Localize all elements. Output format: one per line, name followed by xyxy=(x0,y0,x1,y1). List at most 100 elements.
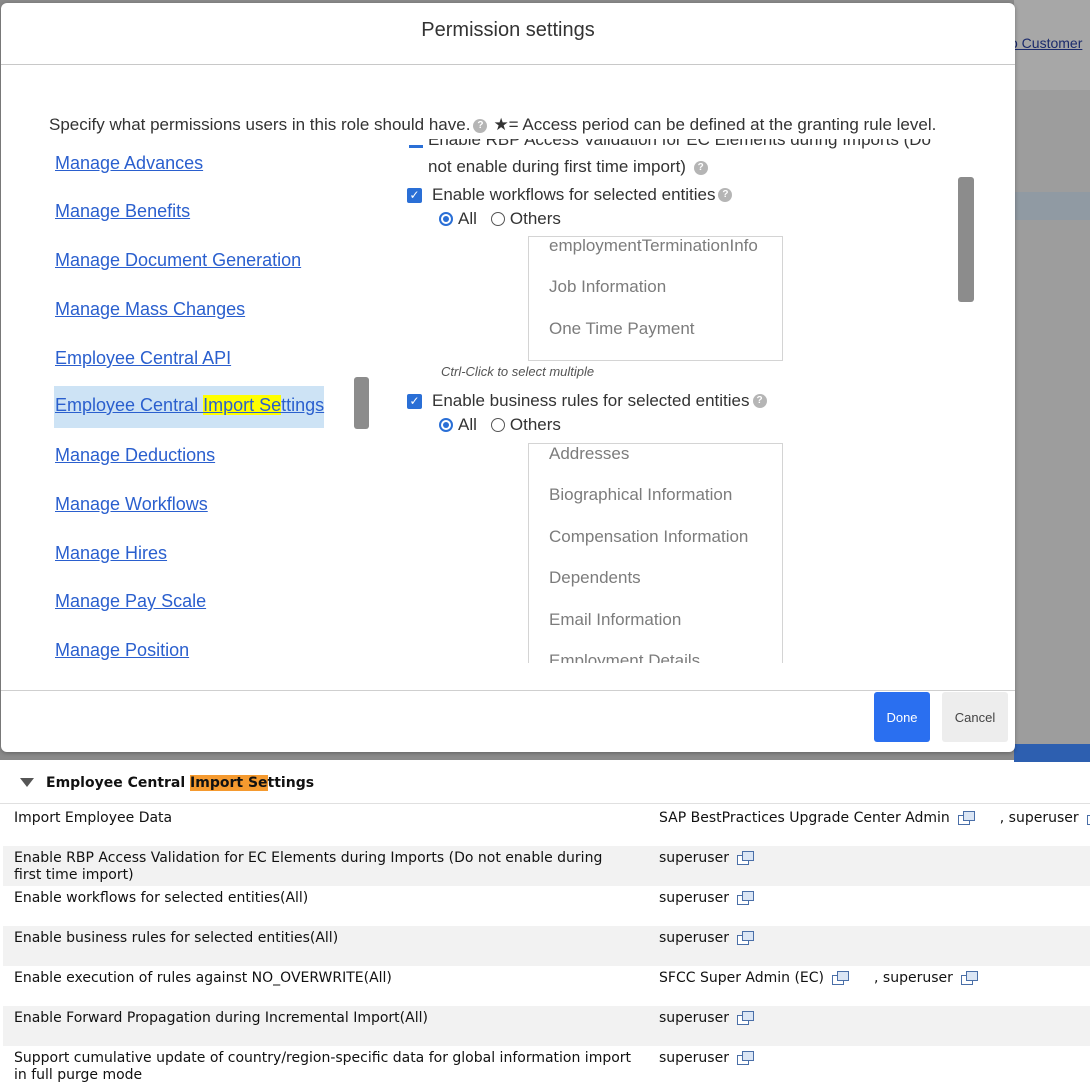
business-rules-all-label: All xyxy=(458,415,477,434)
permission-settings-dialog: Permission settings Specify what permiss… xyxy=(1,3,1015,752)
list-option[interactable]: One Time Payment xyxy=(529,318,782,359)
business-rules-scope: All Others xyxy=(439,415,561,435)
list-option[interactable]: Email Information xyxy=(529,609,782,650)
open-window-icon[interactable] xyxy=(957,811,975,825)
done-button[interactable]: Done xyxy=(874,692,930,742)
summary-row: Support cumulative update of country/reg… xyxy=(3,1046,1090,1086)
open-window-icon[interactable] xyxy=(832,971,850,985)
list-option[interactable]: Job Information xyxy=(529,276,782,317)
summary-permission: Enable RBP Access Validation for EC Elem… xyxy=(14,850,603,883)
grantee-name: superuser xyxy=(659,1050,729,1066)
open-window-icon[interactable] xyxy=(736,891,754,905)
rbp-validation-checkbox[interactable] xyxy=(409,145,423,148)
nav-manage-hires[interactable]: Manage Hires xyxy=(54,539,167,568)
grantee-name: , superuser xyxy=(999,810,1079,826)
grantee-name: , superuser xyxy=(874,970,953,986)
open-window-icon[interactable] xyxy=(736,931,754,945)
cancel-button[interactable]: Cancel xyxy=(942,692,1008,742)
summary-grantees: SAP BestPractices Upgrade Center Admin ,… xyxy=(659,810,1090,826)
grantee-name: SFCC Super Admin (EC) xyxy=(659,970,825,986)
dialog-footer: Done Cancel xyxy=(1,690,1015,752)
grantee-name: superuser xyxy=(659,890,729,906)
summary-permission: Enable business rules for selected entit… xyxy=(14,930,339,946)
help-icon[interactable]: ? xyxy=(473,118,488,133)
nav-manage-deductions[interactable]: Manage Deductions xyxy=(54,441,215,470)
summary-grantees: superuser xyxy=(659,930,754,946)
nav-manage-benefits[interactable]: Manage Benefits xyxy=(54,197,190,226)
help-icon[interactable]: ? xyxy=(718,188,733,202)
intro-label: Specify what permissions users in this r… xyxy=(49,115,471,134)
list-option[interactable]: Biographical Information xyxy=(529,484,782,525)
list-option[interactable]: Dependents xyxy=(529,567,782,608)
summary-title-part: ttings xyxy=(267,774,315,791)
open-window-icon[interactable] xyxy=(736,851,754,865)
business-rules-checkbox[interactable]: ✓ xyxy=(407,393,422,409)
summary-permission: Enable workflows for selected entities(A… xyxy=(14,890,309,906)
summary-grantees: superuser xyxy=(659,850,754,866)
summary-title-part: Employee Central xyxy=(46,774,191,791)
nav-employee-central-import-settings[interactable]: Employee Central Import Settings xyxy=(54,386,324,428)
workflows-checkbox[interactable]: ✓ xyxy=(407,187,422,203)
nav-manage-pay-scale[interactable]: Manage Pay Scale xyxy=(54,587,206,616)
summary-row: Enable business rules for selected entit… xyxy=(3,926,1090,966)
workflows-all-radio[interactable] xyxy=(439,212,453,226)
dialog-header: Permission settings xyxy=(1,3,1015,65)
rbp-validation-label-text: not enable during first time import) xyxy=(428,157,686,176)
list-option[interactable]: Employment Details xyxy=(529,650,782,663)
collapse-triangle-icon[interactable] xyxy=(20,778,34,787)
business-rules-entity-list[interactable]: Addresses Biographical Information Compe… xyxy=(528,443,783,663)
pane-scrollbar-thumb[interactable] xyxy=(958,177,974,302)
list-option[interactable]: employmentTerminationInfo xyxy=(529,237,782,276)
summary-permission: Import Employee Data xyxy=(14,810,173,826)
list-option[interactable]: Addresses xyxy=(529,444,782,484)
summary-row: Enable RBP Access Validation for EC Elem… xyxy=(3,846,1090,886)
workflows-others-label: Others xyxy=(509,209,561,228)
search-highlight: Import Se xyxy=(190,774,268,791)
workflows-others-radio[interactable] xyxy=(490,212,505,226)
summary-section-title: Employee Central Import Settings xyxy=(46,774,315,791)
nav-label-part: ttings xyxy=(281,395,325,415)
open-window-icon[interactable] xyxy=(736,1011,754,1025)
rbp-validation-label-line2: not enable during first time import) ? xyxy=(428,157,708,177)
workflows-scope: All Others xyxy=(439,209,561,229)
business-rules-label: Enable business rules for selected entit… xyxy=(432,391,750,410)
business-rules-all-radio[interactable] xyxy=(439,418,453,432)
help-icon[interactable]: ? xyxy=(752,394,767,408)
open-window-icon[interactable] xyxy=(736,1051,754,1065)
nav-manage-position[interactable]: Manage Position xyxy=(54,636,189,663)
summary-row: Enable execution of rules against NO_OVE… xyxy=(3,966,1090,1006)
summary-section-header[interactable]: Employee Central Import Settings xyxy=(0,762,1090,804)
summary-grantees: superuser xyxy=(659,1050,754,1066)
permission-category-list: Manage Advances Manage Benefits Manage D… xyxy=(54,139,374,663)
nav-manage-document-generation[interactable]: Manage Document Generation xyxy=(54,246,301,275)
nav-manage-mass-changes[interactable]: Manage Mass Changes xyxy=(54,295,245,324)
search-highlight: Import Se xyxy=(203,395,282,415)
help-icon[interactable]: ? xyxy=(693,160,708,175)
rbp-validation-label-line1: Enable RBP Access Validation for EC Elem… xyxy=(428,139,931,149)
open-window-icon[interactable] xyxy=(1086,811,1090,825)
permission-summary: Employee Central Import Settings Import … xyxy=(0,762,1090,1083)
summary-row: Enable workflows for selected entities(A… xyxy=(3,886,1090,926)
summary-permission: Support cumulative update of country/reg… xyxy=(14,1050,632,1083)
summary-row: Import Employee Data SAP BestPractices U… xyxy=(3,806,1090,846)
workflows-entity-list[interactable]: employmentTerminationInfo Job Informatio… xyxy=(528,236,783,361)
background-band xyxy=(1014,192,1090,220)
nav-manage-advances[interactable]: Manage Advances xyxy=(54,149,203,178)
summary-grantees: SFCC Super Admin (EC) , superuser xyxy=(659,970,978,986)
grantee-name: superuser xyxy=(659,1010,729,1026)
nav-scrollbar-thumb[interactable] xyxy=(354,377,369,429)
open-window-icon[interactable] xyxy=(960,971,978,985)
business-rules-others-radio[interactable] xyxy=(490,418,505,432)
grantee-name: SAP BestPractices Upgrade Center Admin xyxy=(659,810,950,826)
nav-manage-workflows[interactable]: Manage Workflows xyxy=(54,490,208,519)
background-customer-link[interactable]: o Customer xyxy=(1010,35,1082,51)
intro-text: Specify what permissions users in this r… xyxy=(49,115,936,135)
background-strip xyxy=(1014,0,1090,760)
dialog-title: Permission settings xyxy=(421,19,595,41)
business-rules-others-label: Others xyxy=(509,415,561,434)
summary-permission: Enable execution of rules against NO_OVE… xyxy=(14,970,392,986)
nav-employee-central-api[interactable]: Employee Central API xyxy=(54,344,231,373)
business-rules-permission: ✓ Enable business rules for selected ent… xyxy=(407,391,767,411)
list-option[interactable]: Compensation Information xyxy=(529,526,782,567)
workflows-permission: ✓ Enable workflows for selected entities… xyxy=(407,185,733,205)
